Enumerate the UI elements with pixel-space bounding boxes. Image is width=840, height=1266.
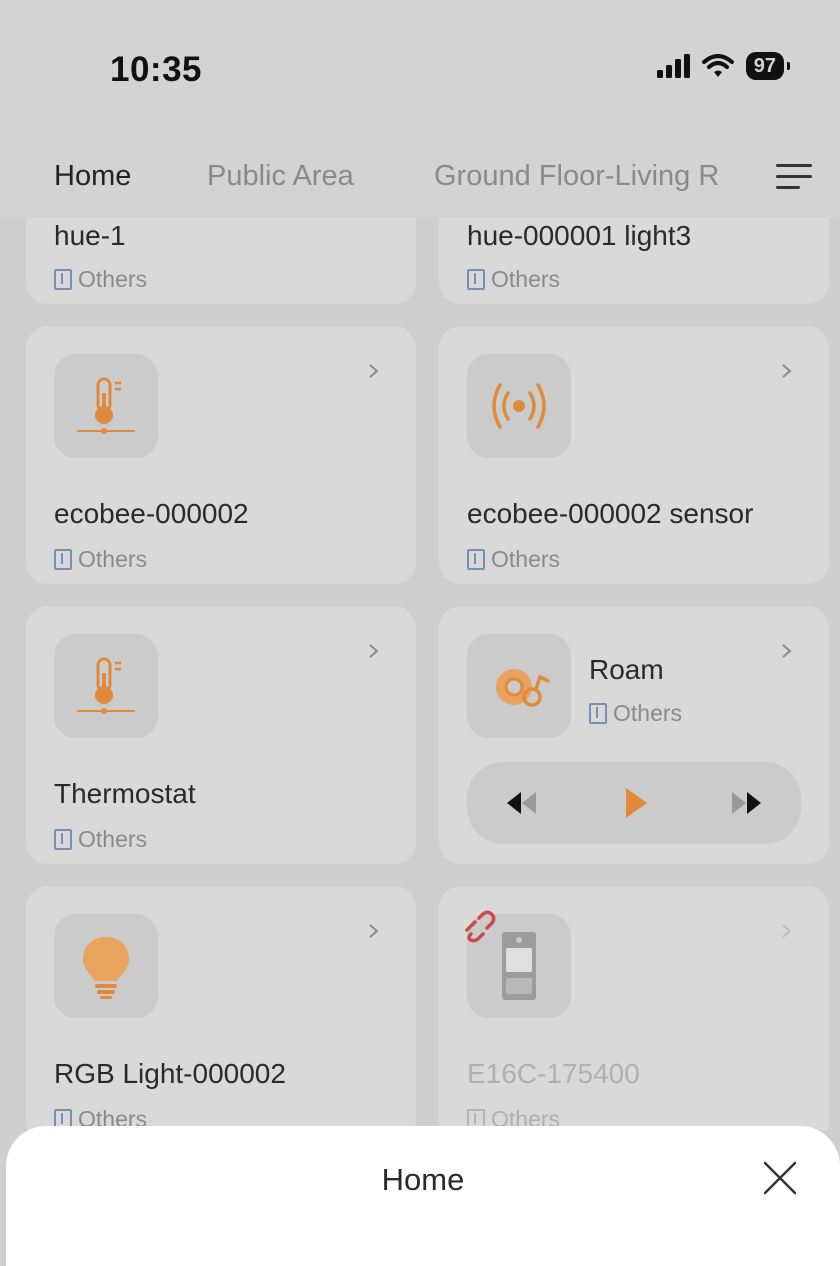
room-icon: [54, 549, 72, 570]
speaker-icon: [467, 634, 571, 738]
tab-home[interactable]: Home: [54, 160, 131, 193]
room-icon: [467, 549, 485, 570]
device-name: Thermostat: [54, 778, 196, 809]
sensor-waves-icon: [467, 354, 571, 458]
device-room: Others: [467, 266, 560, 293]
status-time: 10:35: [110, 50, 203, 89]
device-grid: hue-1 Others hue-000001 light3 Others ec…: [0, 218, 840, 1130]
device-name: ecobee-000002 sensor: [467, 498, 754, 529]
device-card[interactable]: RGB Light-000002 Others: [26, 886, 416, 1130]
room-icon: [54, 829, 72, 850]
device-name: hue-000001 light3: [467, 220, 692, 251]
signal-icon: [656, 54, 690, 78]
tab-ground-floor-living[interactable]: Ground Floor-Living R: [434, 160, 719, 193]
status-bar: 10:35 97: [0, 0, 840, 140]
chevron-right-icon[interactable]: [366, 644, 380, 658]
chevron-right-icon[interactable]: [779, 644, 793, 658]
chevron-right-icon[interactable]: [366, 924, 380, 938]
device-card[interactable]: hue-000001 light3 Others: [439, 218, 829, 304]
next-track-icon[interactable]: [729, 790, 763, 816]
device-card-roam[interactable]: Roam Others: [439, 606, 829, 864]
device-room: Others: [589, 700, 682, 727]
device-name: hue-1: [54, 220, 126, 251]
media-controls: [467, 762, 801, 844]
menu-icon[interactable]: [776, 162, 812, 192]
room-icon: [54, 269, 72, 290]
bulb-icon: [54, 914, 158, 1018]
status-icons: 97: [656, 52, 791, 80]
room-icon: [589, 703, 607, 724]
battery-indicator: 97: [745, 52, 791, 80]
room-tabs: Home Public Area Ground Floor-Living R: [0, 140, 840, 218]
close-icon[interactable]: [762, 1160, 798, 1196]
device-card[interactable]: Thermostat Others: [26, 606, 416, 864]
thermometer-icon: [54, 354, 158, 458]
bottom-sheet: Home: [6, 1126, 840, 1266]
device-room: Others: [467, 546, 560, 573]
wifi-icon: [701, 54, 734, 77]
device-name: ecobee-000002: [54, 498, 249, 529]
device-card[interactable]: ecobee-000002 Others: [26, 326, 416, 584]
device-room: Others: [54, 546, 147, 573]
play-icon[interactable]: [623, 786, 649, 820]
chevron-right-icon[interactable]: [779, 924, 793, 938]
previous-track-icon[interactable]: [505, 790, 539, 816]
device-card[interactable]: hue-1 Others: [26, 218, 416, 304]
room-icon: [467, 269, 485, 290]
device-card-offline[interactable]: E16C-175400 Others: [439, 886, 829, 1130]
device-name: Roam: [589, 654, 664, 685]
device-card[interactable]: ecobee-000002 sensor Others: [439, 326, 829, 584]
chevron-right-icon[interactable]: [779, 364, 793, 378]
sheet-title: Home: [381, 1162, 465, 1197]
tab-public-area[interactable]: Public Area: [207, 160, 354, 193]
device-name: E16C-175400: [467, 1058, 640, 1089]
thermometer-icon: [54, 634, 158, 738]
chevron-right-icon[interactable]: [366, 364, 380, 378]
device-room: Others: [54, 826, 147, 853]
device-room: Others: [54, 266, 147, 293]
device-name: RGB Light-000002: [54, 1058, 286, 1089]
disconnected-link-icon: [465, 910, 496, 943]
